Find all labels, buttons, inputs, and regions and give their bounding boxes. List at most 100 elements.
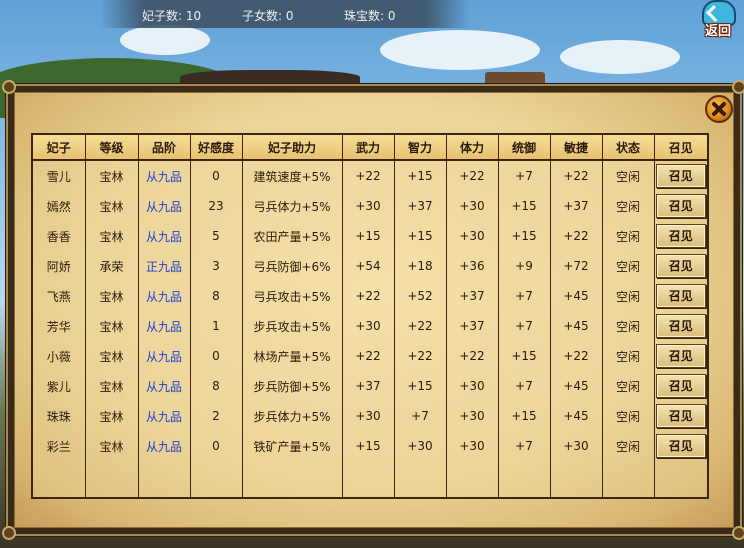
cell-stamina: +36	[446, 251, 499, 281]
table-row: 阿娇 承荣 正九品 3 弓兵防御+6% +54 +18 +36 +9 +72 空闲 召见	[33, 251, 707, 281]
cell-agility: +37	[550, 191, 603, 221]
cell-intellect: +30	[394, 431, 447, 461]
empty-cell	[602, 461, 655, 499]
cell-command: +15	[498, 401, 551, 431]
cell-force: +30	[342, 401, 395, 431]
cell-intellect: +22	[394, 311, 447, 341]
cell-rank: 从九品	[138, 341, 191, 371]
cell-agility: +22	[550, 221, 603, 251]
cell-intellect: +15	[394, 160, 447, 191]
cell-stamina: +30	[446, 431, 499, 461]
cell-status: 空闲	[602, 251, 655, 281]
cell-favor: 5	[190, 221, 243, 251]
table-header-row: 妃子 等级 品阶 好感度 妃子助力 武力 智力 体力 统御 敏捷 状态 召见	[33, 135, 707, 161]
cell-intellect: +15	[394, 221, 447, 251]
empty-cell	[654, 461, 707, 499]
cell-bonus: 林场产量+5%	[242, 341, 343, 371]
cloud	[380, 30, 540, 70]
summon-button[interactable]: 召见	[655, 404, 706, 428]
cell-status: 空闲	[602, 311, 655, 341]
cell-rank: 从九品	[138, 311, 191, 341]
cell-status: 空闲	[602, 221, 655, 251]
cell-name: 阿娇	[33, 251, 86, 281]
cell-name: 彩兰	[33, 431, 86, 461]
cell-rank: 从九品	[138, 431, 191, 461]
table-row: 彩兰 宝林 从九品 0 铁矿产量+5% +15 +30 +30 +7 +30 空闲 召见	[33, 431, 707, 461]
cell-name: 芳华	[33, 311, 86, 341]
summon-button[interactable]: 召见	[655, 374, 706, 398]
empty-cell	[138, 461, 191, 499]
summon-button[interactable]: 召见	[655, 434, 706, 458]
cell-summon: 召见	[654, 221, 707, 251]
table-filler-row	[33, 461, 707, 499]
cell-command: +7	[498, 371, 551, 401]
cell-stamina: +37	[446, 281, 499, 311]
cell-status: 空闲	[602, 191, 655, 221]
cell-agility: +22	[550, 160, 603, 191]
cell-force: +22	[342, 341, 395, 371]
cell-agility: +22	[550, 341, 603, 371]
cell-command: +15	[498, 341, 551, 371]
cell-bonus: 步兵体力+5%	[242, 401, 343, 431]
back-button[interactable]: 返回	[696, 0, 740, 39]
cell-summon: 召见	[654, 311, 707, 341]
cell-favor: 3	[190, 251, 243, 281]
cell-summon: 召见	[654, 281, 707, 311]
cell-stamina: +30	[446, 221, 499, 251]
cell-intellect: +7	[394, 401, 447, 431]
header-rank: 品阶	[138, 135, 191, 161]
summon-button[interactable]: 召见	[655, 224, 706, 248]
summon-button[interactable]: 召见	[655, 344, 706, 368]
cell-favor: 8	[190, 281, 243, 311]
consort-table: 妃子 等级 品阶 好感度 妃子助力 武力 智力 体力 统御 敏捷 状态 召见 雪…	[31, 133, 709, 499]
cell-agility: +72	[550, 251, 603, 281]
cell-stamina: +30	[446, 371, 499, 401]
empty-cell	[33, 461, 86, 499]
cell-favor: 0	[190, 160, 243, 191]
empty-cell	[242, 461, 343, 499]
cell-command: +7	[498, 311, 551, 341]
consort-count: 妃子数: 10	[142, 9, 202, 23]
cell-name: 嫣然	[33, 191, 86, 221]
cell-level: 宝林	[85, 191, 139, 221]
cell-agility: +30	[550, 431, 603, 461]
header-level: 等级	[85, 135, 139, 161]
cloud	[120, 25, 210, 55]
cell-stamina: +30	[446, 191, 499, 221]
cell-favor: 23	[190, 191, 243, 221]
jewel-count: 珠宝数: 0	[344, 9, 396, 23]
close-icon[interactable]	[705, 95, 733, 123]
cell-level: 宝林	[85, 311, 139, 341]
cell-summon: 召见	[654, 341, 707, 371]
cell-intellect: +52	[394, 281, 447, 311]
cell-name: 珠珠	[33, 401, 86, 431]
cell-name: 雪儿	[33, 160, 86, 191]
empty-cell	[342, 461, 395, 499]
cell-name: 紫儿	[33, 371, 86, 401]
corner-ornament	[732, 80, 744, 94]
empty-cell	[550, 461, 603, 499]
cell-agility: +45	[550, 281, 603, 311]
summon-button[interactable]: 召见	[655, 164, 706, 188]
cell-favor: 0	[190, 341, 243, 371]
cell-bonus: 农田产量+5%	[242, 221, 343, 251]
cell-level: 宝林	[85, 160, 139, 191]
cell-status: 空闲	[602, 341, 655, 371]
summon-button[interactable]: 召见	[655, 284, 706, 308]
empty-cell	[498, 461, 551, 499]
summon-button[interactable]: 召见	[655, 194, 706, 218]
cell-name: 香香	[33, 221, 86, 251]
header-stamina: 体力	[446, 135, 499, 161]
status-bar: 妃子数: 10 子女数: 0 珠宝数: 0	[100, 0, 470, 28]
cell-favor: 8	[190, 371, 243, 401]
summon-button[interactable]: 召见	[655, 254, 706, 278]
cell-bonus: 弓兵防御+6%	[242, 251, 343, 281]
cell-stamina: +37	[446, 311, 499, 341]
corner-ornament	[2, 80, 16, 94]
summon-button[interactable]: 召见	[655, 314, 706, 338]
header-agility: 敏捷	[550, 135, 603, 161]
cell-summon: 召见	[654, 160, 707, 191]
cell-favor: 2	[190, 401, 243, 431]
table-row: 嫣然 宝林 从九品 23 弓兵体力+5% +30 +37 +30 +15 +37 空闲 召见	[33, 191, 707, 221]
cell-intellect: +15	[394, 371, 447, 401]
